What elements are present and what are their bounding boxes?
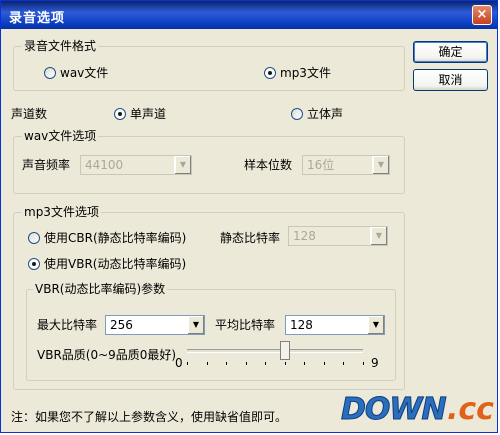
down-triangle-icon: ▼ xyxy=(372,156,389,174)
vbr-radio[interactable] xyxy=(28,258,40,270)
logo-down-text: DOWN xyxy=(341,392,448,428)
file-format-group: 录音文件格式 wav文件 mp3文件 xyxy=(13,39,405,91)
stereo-radio[interactable] xyxy=(291,108,303,120)
mp3-radio-label[interactable]: mp3文件 xyxy=(280,66,331,80)
slider-tick xyxy=(343,362,345,365)
mp3-radio[interactable] xyxy=(264,67,276,79)
avg-bitrate-value: 128 xyxy=(290,318,313,332)
mono-radio[interactable] xyxy=(114,108,126,120)
down-cc-logo: DOWN .cc xyxy=(341,392,494,428)
title-bar[interactable]: 录音选项 × xyxy=(1,1,497,29)
slider-tick xyxy=(284,362,286,365)
wav-options-group: wav文件选项 声音频率 44100 ▼ 样本位数 16位 ▼ xyxy=(13,129,405,194)
cbr-radio-label[interactable]: 使用CBR(静态比特率编码) xyxy=(44,231,186,245)
max-bitrate-select[interactable]: 256 ▼ xyxy=(105,315,205,335)
vbr-params-legend: VBR(动态比率编码)参数 xyxy=(33,282,168,296)
vbr-quality-label: VBR品质(0~9品质0最好) xyxy=(37,348,177,362)
slider-tick xyxy=(304,362,306,365)
slider-tick xyxy=(226,362,228,365)
slider-min-label: 0 xyxy=(175,356,183,370)
slider-tick xyxy=(187,362,188,365)
vbr-radio-label[interactable]: 使用VBR(动态比特率编码) xyxy=(44,257,186,271)
hint-note: 注：如果您不了解以上参数含义，使用缺省值即可。 xyxy=(11,410,288,424)
slider-tick xyxy=(323,362,325,365)
slider-tick xyxy=(245,362,247,365)
mp3-options-group: mp3文件选项 使用CBR(静态比特率编码) 静态比特率 128 ▼ 使用VBR… xyxy=(13,205,405,390)
wav-radio[interactable] xyxy=(44,67,56,79)
mono-radio-label[interactable]: 单声道 xyxy=(130,107,166,121)
vbr-params-group: VBR(动态比率编码)参数 最大比特率 256 ▼ 平均比特率 128 ▼ VB… xyxy=(26,282,396,381)
avg-bitrate-select[interactable]: 128 ▼ xyxy=(285,315,385,335)
max-bitrate-value: 256 xyxy=(110,318,133,332)
sample-rate-label: 声音频率 xyxy=(22,158,71,172)
logo-cc-text: .cc xyxy=(447,392,494,427)
down-triangle-icon: ▼ xyxy=(367,316,384,334)
slider-tick xyxy=(265,362,267,365)
wav-radio-label[interactable]: wav文件 xyxy=(60,66,108,80)
close-button[interactable]: × xyxy=(472,5,492,25)
quality-slider-thumb[interactable] xyxy=(279,341,290,360)
sample-rate-select[interactable]: 44100 ▼ xyxy=(80,155,192,175)
cancel-button[interactable]: 取消 xyxy=(413,69,488,91)
bit-depth-select[interactable]: 16位 ▼ xyxy=(302,155,390,175)
dialog-window: 录音选项 × 确定 取消 录音文件格式 wav文件 mp3文件 声道数 单声道 … xyxy=(0,0,498,433)
window-title: 录音选项 xyxy=(9,11,66,26)
static-bitrate-label: 静态比特率 xyxy=(220,231,281,245)
mp3-options-legend: mp3文件选项 xyxy=(22,205,101,219)
static-bitrate-select[interactable]: 128 ▼ xyxy=(288,226,388,246)
down-triangle-icon: ▼ xyxy=(370,227,387,245)
bit-depth-label: 样本位数 xyxy=(244,158,293,172)
close-icon: × xyxy=(476,7,488,22)
quality-slider-track[interactable] xyxy=(187,349,363,353)
channels-label: 声道数 xyxy=(11,107,48,121)
down-triangle-icon: ▼ xyxy=(187,316,204,334)
stereo-radio-label[interactable]: 立体声 xyxy=(307,107,343,121)
static-bitrate-value: 128 xyxy=(293,229,316,243)
max-bitrate-label: 最大比特率 xyxy=(37,318,98,332)
down-triangle-icon: ▼ xyxy=(174,156,191,174)
slider-max-label: 9 xyxy=(371,356,379,370)
bit-depth-value: 16位 xyxy=(307,158,335,172)
file-format-legend: 录音文件格式 xyxy=(22,39,99,53)
avg-bitrate-label: 平均比特率 xyxy=(215,318,276,332)
wav-options-legend: wav文件选项 xyxy=(22,129,99,143)
sample-rate-value: 44100 xyxy=(85,158,124,172)
slider-tick xyxy=(206,362,208,365)
slider-tick xyxy=(363,362,364,365)
ok-button[interactable]: 确定 xyxy=(413,41,488,63)
cbr-radio[interactable] xyxy=(28,232,40,244)
